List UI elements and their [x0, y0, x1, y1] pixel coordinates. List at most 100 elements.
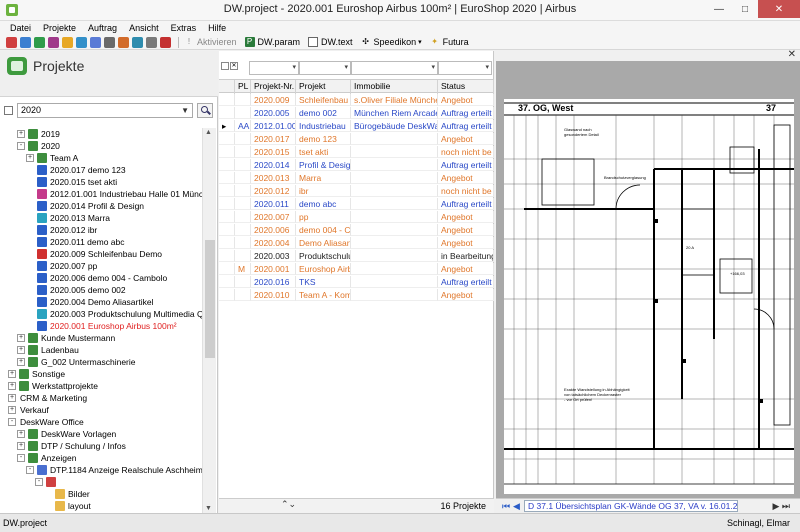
table-row[interactable]: 2020.013 Marra Angebot — [219, 172, 494, 184]
menu-extras[interactable]: Extras — [165, 21, 203, 35]
gear-icon[interactable] — [146, 36, 157, 48]
expand-icon[interactable]: + — [8, 382, 16, 390]
expand-icon[interactable]: + — [17, 346, 25, 354]
table-row[interactable]: 2020.015 tset akti noch nicht be — [219, 146, 494, 158]
table-row[interactable]: 2020.006 demo 004 - C Angebot — [219, 224, 494, 236]
table-row[interactable]: 2020.003 Produktschulu in Bearbeitung — [219, 250, 494, 262]
collapse-icon[interactable]: - — [26, 466, 34, 474]
mail-icon[interactable] — [90, 36, 101, 48]
dw-param-button[interactable]: P DW.param — [244, 37, 300, 47]
red-document-icon[interactable] — [6, 36, 17, 48]
tree-item[interactable]: 2012.01.001 Industriebau Halle 01 Münche… — [0, 188, 202, 200]
menu-projekte[interactable]: Projekte — [37, 21, 82, 35]
calendar-icon[interactable] — [62, 36, 73, 48]
expand-icon[interactable]: + — [17, 430, 25, 438]
scroll-up-icon[interactable]: ▲ — [205, 129, 212, 136]
tasks-icon[interactable] — [48, 36, 59, 48]
menu-datei[interactable]: Datei — [4, 21, 37, 35]
aktivieren-button[interactable]: ! Aktivieren — [184, 37, 237, 47]
close-button[interactable]: ✕ — [758, 0, 800, 18]
files-icon[interactable] — [76, 36, 87, 48]
expand-icon[interactable]: + — [26, 154, 34, 162]
expand-icon[interactable]: + — [17, 130, 25, 138]
tree-item[interactable]: + Sonstige — [0, 368, 202, 380]
tree-item[interactable]: Bilder — [0, 488, 202, 500]
year-checkbox[interactable] — [4, 106, 13, 115]
collapse-icon[interactable]: - — [17, 454, 25, 462]
tree-item[interactable]: 2020.001 Euroshop Airbus 100m² — [0, 320, 202, 332]
header-pl[interactable]: PL — [235, 80, 251, 94]
collapse-expand-icons[interactable]: ⌃⌄ — [281, 499, 296, 510]
table-row[interactable]: 2020.016 TKS Auftrag erteilt — [219, 276, 494, 288]
maximize-button[interactable]: □ — [732, 0, 758, 18]
menu-auftrag[interactable]: Auftrag — [82, 21, 123, 35]
tree-item[interactable]: + Werkstattprojekte — [0, 380, 202, 392]
tree-item[interactable]: - 2020 — [0, 140, 202, 152]
header-status[interactable]: Status — [438, 80, 494, 94]
next-page-icons[interactable]: ▶ ⏭ — [772, 501, 790, 512]
table-row[interactable]: 2020.007 pp Angebot — [219, 211, 494, 223]
header-immobilie[interactable]: Immobilie — [351, 80, 438, 94]
year-select[interactable]: 2020 ▼ — [17, 103, 193, 118]
table-row[interactable]: 2020.011 demo abc Auftrag erteilt — [219, 198, 494, 210]
collapse-icon[interactable]: - — [8, 418, 16, 426]
tree-scrollbar[interactable]: ▲ ▼ — [202, 128, 216, 513]
scroll-thumb[interactable] — [205, 240, 215, 358]
speedikon-button[interactable]: ✣ Speedikon ▾ — [361, 37, 421, 47]
tree-item[interactable]: + DeskWare Vorlagen — [0, 428, 202, 440]
tree-item[interactable]: 2020.012 ibr — [0, 224, 202, 236]
expand-icon[interactable]: + — [8, 370, 16, 378]
tree-item[interactable]: + CRM & Marketing — [0, 392, 202, 404]
table-row[interactable]: 2020.010 Team A - Kom Angebot — [219, 289, 494, 301]
table-row[interactable]: 2020.004 Demo Aliasart Angebot — [219, 237, 494, 249]
chart-icon[interactable] — [118, 36, 129, 48]
expand-icon[interactable]: + — [8, 406, 16, 414]
green-folder-icon[interactable] — [34, 36, 45, 48]
tree-item[interactable]: 2020.003 Produktschulung Multimedia Q1/2… — [0, 308, 202, 320]
tree-item[interactable]: + Kunde Mustermann — [0, 332, 202, 344]
expand-icon[interactable]: + — [8, 394, 16, 402]
filter-immobilie[interactable]: ▾ — [351, 61, 438, 75]
filter-status[interactable]: ▾ — [438, 61, 492, 75]
table-row[interactable]: 2020.017 demo 123 Angebot — [219, 133, 494, 145]
previous-page-icon[interactable]: ◀ — [513, 501, 520, 512]
table-row[interactable]: M 2020.001 Euroshop Airb Angebot — [219, 263, 494, 275]
close-preview-icon[interactable]: ✕ — [788, 49, 796, 60]
tree-item[interactable]: 2020.013 Marra — [0, 212, 202, 224]
filter-nr[interactable]: ▾ — [249, 61, 299, 75]
expand-icon[interactable]: + — [17, 358, 25, 366]
window-icon[interactable] — [20, 36, 31, 48]
tree-item[interactable]: - Anzeigen — [0, 452, 202, 464]
tree-item[interactable]: 2020.017 demo 123 — [0, 164, 202, 176]
tree-item[interactable]: - DeskWare Office — [0, 416, 202, 428]
tree-item[interactable]: layout — [0, 500, 202, 512]
tree-item[interactable]: + Ladenbau — [0, 344, 202, 356]
tree-item[interactable]: + Team A — [0, 152, 202, 164]
pdf-icon[interactable] — [160, 36, 171, 48]
tree-item[interactable]: 2020.004 Demo Aliasartikel — [0, 296, 202, 308]
minimize-button[interactable]: — — [706, 0, 732, 18]
table-row[interactable]: ▸ AA 2012.01.00 Industriebau Bürogebäude Des… — [219, 120, 494, 132]
tree-item[interactable]: + Verkauf — [0, 404, 202, 416]
tree-item[interactable]: 2020.007 pp — [0, 260, 202, 272]
tree-item[interactable]: 2020.005 demo 002 — [0, 284, 202, 296]
expand-icon[interactable]: + — [17, 442, 25, 450]
tree-item[interactable]: +2019 — [0, 128, 202, 140]
table-row[interactable]: 2020.009 Schleifenbau s.Oliver Filiale Mün… — [219, 94, 494, 106]
filter-projekt[interactable]: ▾ — [299, 61, 351, 75]
tree-item[interactable]: 2020.015 tset akti — [0, 176, 202, 188]
tree-item[interactable]: - — [0, 476, 202, 488]
table-row[interactable]: 2020.014 Profil & Desig Auftrag erteilt — [219, 159, 494, 171]
tree-item[interactable]: 2020.011 demo abc — [0, 236, 202, 248]
document-selector[interactable]: D 37.1 Übersichtsplan GK-Wände OG 37, VA… — [524, 500, 738, 512]
dw-text-button[interactable]: DW.text — [308, 37, 353, 47]
table-row[interactable]: 2020.005 demo 002 München Riem Arcaden Auft… — [219, 107, 494, 119]
menu-hilfe[interactable]: Hilfe — [202, 21, 232, 35]
tree-item[interactable]: 2020.009 Schleifenbau Demo — [0, 248, 202, 260]
scroll-down-icon[interactable]: ▼ — [205, 505, 212, 512]
tree-item[interactable]: + DTP / Schulung / Infos — [0, 440, 202, 452]
header-projekt-nr[interactable]: Projekt-Nr. — [251, 80, 296, 94]
floor-plan-sheet[interactable]: 37. OG, West 37 Glaswand nach gesonderte… — [504, 99, 794, 494]
first-page-icon[interactable]: ⏮ — [502, 501, 510, 512]
contacts-icon[interactable] — [132, 36, 143, 48]
